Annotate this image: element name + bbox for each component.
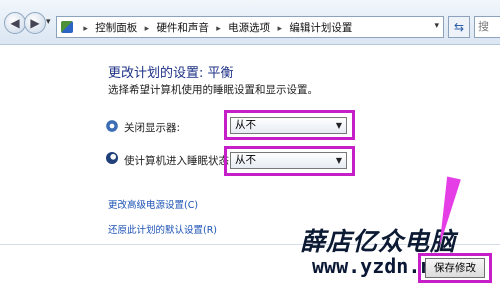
sleep-select[interactable]: 从不 ▼ [230,152,347,169]
chevron-down-icon: ▼ [335,121,342,130]
display-off-value: 从不 [235,119,256,131]
monitor-icon [106,120,118,132]
display-off-label: 关闭显示器: [124,122,181,134]
sleep-icon [106,152,118,164]
annotation-arrow [432,176,461,248]
back-button[interactable]: ◀ [4,12,26,34]
address-dropdown-icon[interactable]: ▾ [434,21,439,31]
breadcrumb: ▸ 控制面板 ▸ 硬件和声音 ▸ 电源选项 ▸ 编辑计划设置 [61,20,352,35]
advanced-power-settings-link[interactable]: 更改高级电源设置(C) [108,197,198,211]
arrow-right-icon: ▶ [30,16,40,30]
sleep-value: 从不 [235,154,256,166]
forward-button[interactable]: ▶ [24,12,46,34]
breadcrumb-edit-plan[interactable]: 编辑计划设置 [289,22,352,34]
refresh-icon: ⇆ [453,20,465,34]
breadcrumb-separator[interactable]: ▸ [216,24,221,34]
address-bar[interactable]: ▸ 控制面板 ▸ 硬件和声音 ▸ 电源选项 ▸ 编辑计划设置 ▾ [56,16,444,38]
control-panel-icon [61,21,73,33]
history-dropdown-icon[interactable]: ▾ [46,17,51,27]
sleep-label: 使计算机进入睡眠状态: [124,155,233,167]
refresh-button[interactable]: ⇆ [448,16,470,38]
breadcrumb-separator[interactable]: ▸ [278,24,283,34]
breadcrumb-separator[interactable]: ▸ [145,24,150,34]
save-changes-button[interactable]: 保存修改 [425,258,485,278]
arrow-left-icon: ◀ [10,16,20,30]
page-title: 更改计划的设置: 平衡 [108,66,234,81]
breadcrumb-hardware-sound[interactable]: 硬件和声音 [156,22,209,34]
address-toolbar: ◀ ▶ ▾ ▸ 控制面板 ▸ 硬件和声音 ▸ 电源选项 ▸ 编辑计划设置 ▾ ⇆… [0,0,500,45]
search-input[interactable]: 搜 [474,16,500,38]
breadcrumb-power-options[interactable]: 电源选项 [228,22,270,34]
restore-defaults-link[interactable]: 还原此计划的默认设置(R) [108,222,217,236]
page-subtitle: 选择希望计算机使用的睡眠设置和显示设置。 [108,84,318,96]
chevron-down-icon: ▼ [335,156,342,165]
breadcrumb-separator[interactable]: ▸ [83,24,88,34]
display-off-select[interactable]: 从不 ▼ [230,117,347,134]
search-placeholder: 搜 [478,20,489,33]
breadcrumb-control-panel[interactable]: 控制面板 [95,22,137,34]
